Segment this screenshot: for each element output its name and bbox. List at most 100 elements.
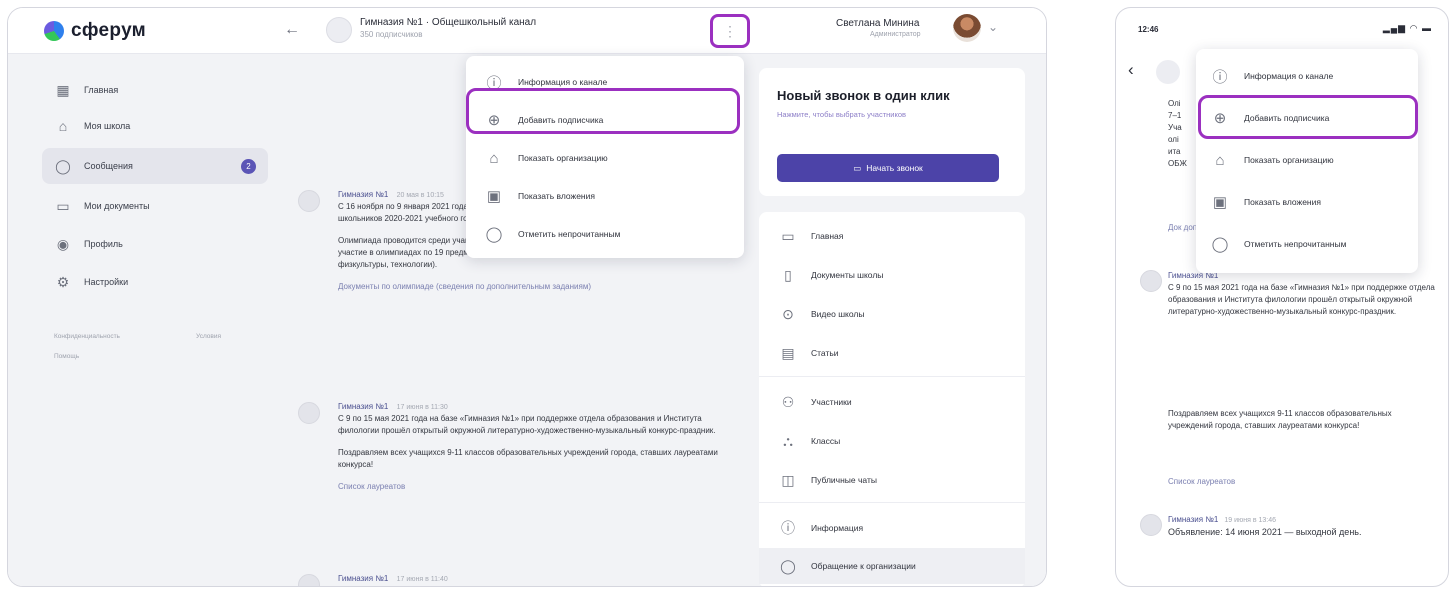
- sidebar-item-settings[interactable]: ⚙ Настройки: [42, 264, 268, 300]
- message-body: С 9 по 15 мая 2021 года на базе «Гимнази…: [1168, 283, 1435, 316]
- arrow-left-icon[interactable]: ←: [284, 21, 300, 39]
- message-author[interactable]: Гимназия №1: [1168, 515, 1218, 524]
- logo-text: сферум: [71, 20, 147, 41]
- sidebar-item-profile[interactable]: ◉ Профиль: [42, 226, 268, 262]
- image-icon: ▣: [486, 188, 502, 205]
- settings-icon: ⚙: [56, 273, 70, 290]
- message-header: Гимназия №1 17 июня в 11:30: [338, 402, 448, 411]
- message-item: Гимназия №1 17 июня в 11:40: [298, 574, 728, 586]
- document-icon: ▭: [56, 197, 70, 214]
- message-avatar: [298, 402, 320, 424]
- separator: [759, 376, 1025, 377]
- separator: [759, 502, 1025, 503]
- message-link[interactable]: Список лауреатов: [1168, 476, 1235, 488]
- partial-text: ОБЖ: [1168, 159, 1187, 168]
- footer-link-privacy[interactable]: Конфиденциальность: [54, 333, 120, 340]
- sidebar-item-documents[interactable]: ▭ Мои документы: [42, 188, 268, 224]
- message-time: 17 июня в 11:40: [396, 576, 448, 583]
- start-call-button[interactable]: ▭ Начать звонок: [777, 154, 999, 182]
- message-icon: ◯: [1211, 236, 1229, 253]
- link-school-video[interactable]: ⊙ Видео школы: [759, 296, 1025, 332]
- menu-item-label: Информация о канале: [1244, 71, 1334, 81]
- image-icon: ▣: [1212, 194, 1228, 211]
- school-icon: ⌂: [58, 118, 68, 134]
- menu-item-label: Отметить непрочитанным: [518, 229, 621, 239]
- menu-item-show-organization[interactable]: ⌂ Показать организацию: [466, 140, 744, 176]
- user-name[interactable]: Светлана Минина: [836, 18, 919, 29]
- sidebar-item-label: Мои документы: [84, 201, 150, 211]
- sidebar-item-messages[interactable]: ◯ Сообщения 2: [42, 148, 268, 184]
- message-avatar: [298, 190, 320, 212]
- status-icons: ▂▄▆ ◠ ▬: [1383, 23, 1432, 34]
- link-main[interactable]: ▭ Главная: [759, 218, 1025, 254]
- message-icon: ◯: [485, 226, 503, 243]
- menu-item-label: Показать организацию: [518, 153, 608, 163]
- message-header: Гимназия №1 17 июня в 11:40: [338, 574, 448, 583]
- message-avatar: [298, 574, 320, 586]
- highlight-add-subscriber: [466, 88, 740, 134]
- sidebar-item-label: Главная: [84, 85, 119, 95]
- partial-text: Уча: [1168, 123, 1182, 132]
- menu-item-mark-unread[interactable]: ◯ Отметить непрочитанным: [1196, 225, 1418, 263]
- call-card-subtitle[interactable]: Нажмите, чтобы выбрать участников: [777, 110, 937, 120]
- video-icon: ▭: [853, 162, 862, 173]
- classes-icon: ⛬: [783, 432, 793, 449]
- menu-item-channel-info[interactable]: ⓘ Информация о канале: [1196, 57, 1418, 95]
- partial-text: Олі: [1168, 99, 1181, 108]
- chevron-down-icon[interactable]: ⌄: [988, 20, 998, 34]
- footer-link-help[interactable]: Помощь: [54, 353, 79, 360]
- highlight-add-subscriber: [1198, 95, 1418, 139]
- chevron-left-icon[interactable]: ‹: [1128, 60, 1134, 80]
- mobile-window: 12:46 ▂▄▆ ◠ ▬ ‹ Олі 7–1 Уча олі ита ОБЖ …: [1115, 7, 1449, 587]
- message-link[interactable]: Список лауреатов: [338, 481, 728, 493]
- link-label: Видео школы: [811, 309, 865, 319]
- contact-icon: ◯: [780, 557, 796, 574]
- sidebar-item-label: Сообщения: [84, 161, 133, 171]
- home-icon: ▦: [56, 81, 70, 98]
- message-body: Поздравляем всех учащихся 9-11 классов о…: [1168, 409, 1392, 430]
- message-link[interactable]: Документы по олимпиаде (сведения по допо…: [338, 281, 728, 293]
- link-label: Главная: [811, 231, 844, 241]
- menu-item-show-attachments[interactable]: ▣ Показать вложения: [466, 178, 744, 214]
- link-articles[interactable]: ▤ Статьи: [759, 335, 1025, 371]
- partial-text: ита: [1168, 147, 1181, 156]
- menu-item-label: Показать вложения: [1244, 197, 1321, 207]
- link-members[interactable]: ⚇ Участники: [759, 384, 1025, 420]
- message-body: С 9 по 15 мая 2021 года на базе «Гимнази…: [338, 413, 728, 503]
- menu-item-show-attachments[interactable]: ▣ Показать вложения: [1196, 183, 1418, 221]
- message-author[interactable]: Гимназия №1: [338, 190, 388, 199]
- message-header: Гимназия №1 20 мая в 10:15: [338, 190, 444, 199]
- link-info[interactable]: ⓘ Информация: [759, 510, 1025, 546]
- chat-avatar: [326, 17, 352, 43]
- more-menu-button[interactable]: ⋮: [710, 14, 750, 48]
- message-author[interactable]: Гимназия №1: [338, 402, 388, 411]
- user-avatar[interactable]: [953, 14, 981, 42]
- link-classes[interactable]: ⛬ Классы: [759, 423, 1025, 459]
- status-time: 12:46: [1138, 25, 1159, 34]
- right-panel: Новый звонок в один клик Нажмите, чтобы …: [751, 54, 1046, 586]
- info-icon: ⓘ: [781, 520, 795, 536]
- article-icon: ▤: [781, 344, 795, 361]
- menu-item-mark-unread[interactable]: ◯ Отметить непрочитанным: [466, 216, 744, 252]
- menu-item-show-organization[interactable]: ⌂ Показать организацию: [1196, 141, 1418, 179]
- menu-item-label: Показать организацию: [1244, 155, 1334, 165]
- footer-link-terms[interactable]: Условия: [196, 333, 221, 340]
- link-school-docs[interactable]: ▯ Документы школы: [759, 257, 1025, 293]
- message-time: 19 июня в 13:46: [1224, 517, 1277, 524]
- docs-icon: ▯: [784, 266, 792, 283]
- message-author[interactable]: Гимназия №1: [338, 574, 388, 583]
- menu-item-label: Отметить непрочитанным: [1244, 239, 1347, 249]
- logo[interactable]: сферум: [44, 20, 146, 42]
- organization-icon: ⌂: [1215, 151, 1225, 169]
- start-call-label: Начать звонок: [866, 163, 923, 173]
- link-contact-organization[interactable]: ◯ Обращение к организации: [759, 548, 1025, 584]
- message-item: Гимназия №1 17 июня в 11:30 С 9 по 15 ма…: [298, 402, 728, 562]
- link-public-chats[interactable]: ◫ Публичные чаты: [759, 462, 1025, 498]
- call-card: Новый звонок в один клик Нажмите, чтобы …: [759, 68, 1025, 196]
- sidebar-item-home[interactable]: ▦ Главная: [42, 72, 268, 108]
- partial-link[interactable]: Док доп: [1168, 222, 1198, 234]
- sidebar-item-school[interactable]: ⌂ Моя школа: [42, 108, 268, 144]
- message-time: 17 июня в 11:30: [396, 404, 448, 411]
- user-role: Администратор: [870, 31, 921, 38]
- battery-icon: ▬: [1422, 23, 1432, 33]
